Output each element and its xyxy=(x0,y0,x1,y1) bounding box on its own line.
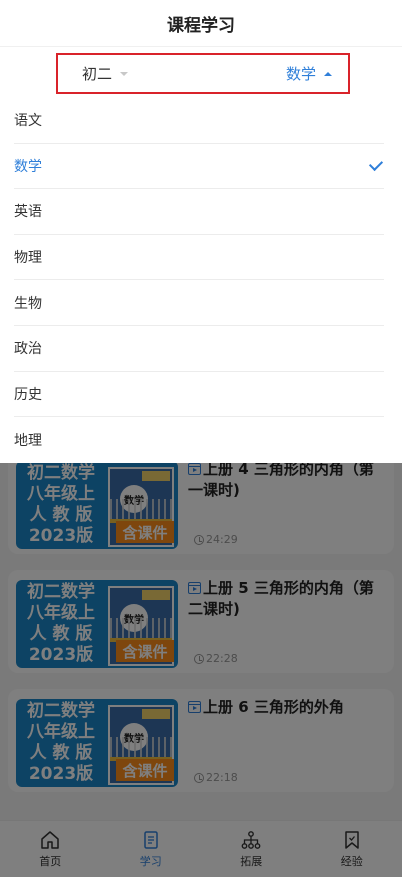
subject-label: 数学 xyxy=(285,65,316,83)
subject-option-history[interactable]: 历史 xyxy=(14,372,384,418)
subject-option-label: 英语 xyxy=(14,204,42,221)
subject-option-label: 数学 xyxy=(14,158,42,175)
subject-option-physics[interactable]: 物理 xyxy=(14,235,384,281)
subject-option-math[interactable]: 数学 xyxy=(14,144,384,190)
subject-option-geography[interactable]: 地理 xyxy=(14,417,384,463)
subject-option-chinese[interactable]: 语文 xyxy=(14,98,384,144)
subject-option-label: 地理 xyxy=(14,432,42,449)
subject-option-politics[interactable]: 政治 xyxy=(14,326,384,372)
subject-option-label: 物理 xyxy=(14,250,42,267)
dropdown-backdrop[interactable] xyxy=(0,463,402,877)
page-header: 课程学习 xyxy=(0,0,402,47)
subject-dropdown: 语文 数学 英语 物理 生物 政治 历史 地理 xyxy=(0,98,402,463)
subject-option-label: 政治 xyxy=(14,341,42,358)
check-icon xyxy=(368,156,384,171)
subject-option-label: 历史 xyxy=(14,386,42,403)
caret-down-icon xyxy=(120,71,129,76)
subject-option-english[interactable]: 英语 xyxy=(14,189,384,235)
caret-up-icon xyxy=(324,71,332,76)
subject-option-label: 生物 xyxy=(14,295,42,312)
page-title: 课程学习 xyxy=(167,15,235,36)
subject-selector[interactable]: 数学 xyxy=(286,63,332,84)
subject-option-label: 语文 xyxy=(14,113,42,130)
grade-label: 初二 xyxy=(82,65,113,83)
filter-bar: 初二 数学 xyxy=(0,47,402,98)
grade-selector[interactable]: 初二 xyxy=(82,63,129,84)
subject-option-biology[interactable]: 生物 xyxy=(14,280,384,326)
